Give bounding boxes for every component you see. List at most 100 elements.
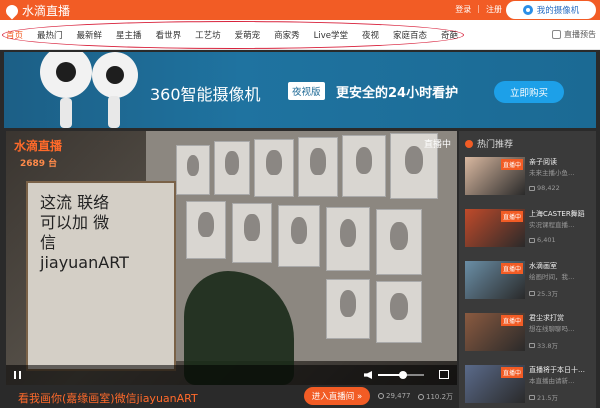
- recommendation-thumbnail[interactable]: 直播中: [465, 365, 525, 403]
- likes-count: 110.2万: [426, 393, 454, 401]
- nav-item-merchants[interactable]: 商家秀: [274, 29, 300, 41]
- nav-item-home[interactable]: 首页: [6, 29, 23, 41]
- live-status-label: 直播中: [423, 140, 451, 150]
- views-count: 21.5万: [537, 394, 558, 402]
- live-badge: 直播中: [500, 159, 523, 170]
- recommendation-title[interactable]: 直播将于本日十…: [529, 365, 593, 375]
- monitor-icon: [529, 394, 535, 400]
- nav-item-hottest[interactable]: 最热门: [37, 29, 63, 41]
- viewer-count: 2689 台: [20, 159, 58, 169]
- nav-items: 首页 最热门 最新鲜 星主播 看世界 工艺坊 爱萌宠 商家秀 Live学堂 夜视…: [6, 29, 472, 41]
- register-link[interactable]: 注册: [486, 4, 502, 15]
- banner-badge: 夜视版: [288, 82, 325, 100]
- monitor-icon: [529, 237, 535, 243]
- likes-stat: 110.2万: [418, 392, 453, 402]
- camera-product-image: [40, 52, 92, 98]
- fullscreen-icon[interactable]: [439, 370, 449, 379]
- recommendation-item[interactable]: 直播中 上海CASTER舞蹈 实况课程直播… 6,401: [465, 209, 593, 249]
- recommendation-views: 98,422: [529, 184, 560, 192]
- eye-icon: [378, 393, 384, 399]
- portrait-sketch: [232, 203, 272, 263]
- nav-item-crafts[interactable]: 工艺坊: [195, 29, 221, 41]
- login-link[interactable]: 登录: [455, 4, 471, 15]
- nav-item-world[interactable]: 看世界: [156, 29, 182, 41]
- video-player[interactable]: 这流 联络 可以加 微信 jiayuanART 水滴直播 2689 台 直播中: [6, 131, 457, 385]
- live-badge: 直播中: [500, 367, 523, 378]
- buy-now-button[interactable]: 立即购买: [494, 81, 564, 103]
- views-count: 98,422: [537, 184, 560, 192]
- room-info-bar: 看我画你(嘉缘画室)微信jiayuanART 进入直播间 » 29,477 11…: [6, 385, 457, 408]
- live-badge: 直播中: [500, 211, 523, 222]
- nav-item-star-hosts[interactable]: 星主播: [116, 29, 142, 41]
- category-nav: 首页 最热门 最新鲜 星主播 看世界 工艺坊 爱萌宠 商家秀 Live学堂 夜视…: [0, 20, 600, 50]
- recommendation-views: 21.5万: [529, 392, 558, 402]
- camera-stand: [60, 98, 72, 128]
- recommendation-views: 25.3万: [529, 288, 558, 298]
- recommendation-views: 33.8万: [529, 340, 558, 350]
- live-badge: 直播中: [500, 263, 523, 274]
- portrait-sketch: [342, 135, 386, 197]
- nav-item-live-school[interactable]: Live学堂: [314, 29, 348, 41]
- views-stat: 29,477: [378, 392, 411, 400]
- portrait-sketch: [326, 279, 370, 339]
- portrait-sketch: [254, 139, 294, 197]
- logo-text: 水滴直播: [22, 4, 71, 18]
- recommendation-thumbnail[interactable]: 直播中: [465, 209, 525, 247]
- portrait-sketch: [376, 209, 422, 275]
- recommendation-item[interactable]: 直播中 亲子阅读 未来主播小鱼… 98,422: [465, 157, 593, 197]
- recommendation-title[interactable]: 亲子阅读: [529, 157, 593, 167]
- link-separator: |: [477, 4, 480, 13]
- recommendation-thumbnail[interactable]: 直播中: [465, 261, 525, 299]
- volume-icon[interactable]: [364, 371, 372, 379]
- live-preview-link[interactable]: 直播预告: [552, 29, 596, 40]
- water-drop-icon: [3, 2, 21, 19]
- heart-icon: [418, 394, 424, 400]
- recommendation-subtitle: 实况课程直播…: [529, 221, 575, 229]
- portrait-sketch: [326, 207, 370, 271]
- recommendation-subtitle: 绘画时间，我…: [529, 273, 575, 281]
- calendar-icon: [552, 30, 561, 39]
- recommendation-subtitle: 想在线聊聊吗…: [529, 325, 575, 333]
- site-logo[interactable]: 水滴直播: [3, 2, 71, 19]
- recommendation-title[interactable]: 水滴画室: [529, 261, 593, 271]
- my-camera-label: 我的摄像机: [536, 6, 580, 16]
- nav-item-family[interactable]: 家庭百态: [393, 29, 427, 41]
- recommendation-title[interactable]: 上海CASTER舞蹈: [529, 209, 593, 219]
- page: 水滴直播 登录 | 注册 我的摄像机 首页 最热门 最新鲜 星主播 看世界 工艺…: [0, 0, 600, 408]
- volume-knob[interactable]: [399, 371, 408, 379]
- portrait-sketch: [278, 205, 320, 267]
- views-count: 25.3万: [537, 290, 558, 298]
- live-badge: 直播中: [500, 315, 523, 326]
- recommendation-item[interactable]: 直播中 君尘求打赏 想在线聊聊吗… 33.8万: [465, 313, 593, 353]
- sidebar-heading: 热门推荐: [465, 137, 513, 150]
- banner-title: 360智能摄像机: [150, 85, 261, 104]
- nav-item-quirky[interactable]: 奇葩: [441, 29, 458, 41]
- recommendation-item[interactable]: 直播中 直播将于本日十… 本直播由请新… 21.5万: [465, 365, 593, 405]
- nav-item-pets[interactable]: 爱萌宠: [235, 29, 261, 41]
- views-count: 33.8万: [537, 342, 558, 350]
- pause-icon[interactable]: [14, 371, 21, 379]
- recommendation-thumbnail[interactable]: 直播中: [465, 157, 525, 195]
- portrait-sketch: [176, 145, 210, 195]
- recommendation-subtitle: 未来主播小鱼…: [529, 169, 575, 177]
- volume-slider[interactable]: [378, 371, 424, 379]
- views-count: 6,401: [537, 236, 556, 244]
- monitor-icon: [529, 185, 535, 191]
- camera-icon: [522, 5, 533, 15]
- recommendation-title[interactable]: 君尘求打赏: [529, 313, 593, 323]
- enter-room-button[interactable]: 进入直播间 »: [304, 387, 370, 405]
- nav-item-newest[interactable]: 最新鲜: [77, 29, 103, 41]
- nav-item-night-vision[interactable]: 夜视: [362, 29, 379, 41]
- room-title[interactable]: 看我画你(嘉缘画室)微信jiayuanART: [18, 390, 198, 406]
- sidebar-heading-label: 热门推荐: [477, 140, 514, 150]
- camera-lens: [106, 66, 124, 84]
- portrait-sketch: [298, 137, 338, 197]
- recommendation-item[interactable]: 直播中 水滴画室 绘画时间，我… 25.3万: [465, 261, 593, 301]
- promo-banner[interactable]: 360智能摄像机 夜视版 更安全的24小时看护 立即购买: [4, 52, 596, 128]
- recommendation-views: 6,401: [529, 236, 556, 244]
- portrait-sketch: [376, 281, 422, 343]
- top-bar: 水滴直播 登录 | 注册 我的摄像机: [0, 0, 600, 20]
- recommendation-thumbnail[interactable]: 直播中: [465, 313, 525, 351]
- my-camera-button[interactable]: 我的摄像机: [506, 1, 596, 19]
- easel-board: 这流 联络 可以加 微信 jiayuanART: [26, 181, 176, 371]
